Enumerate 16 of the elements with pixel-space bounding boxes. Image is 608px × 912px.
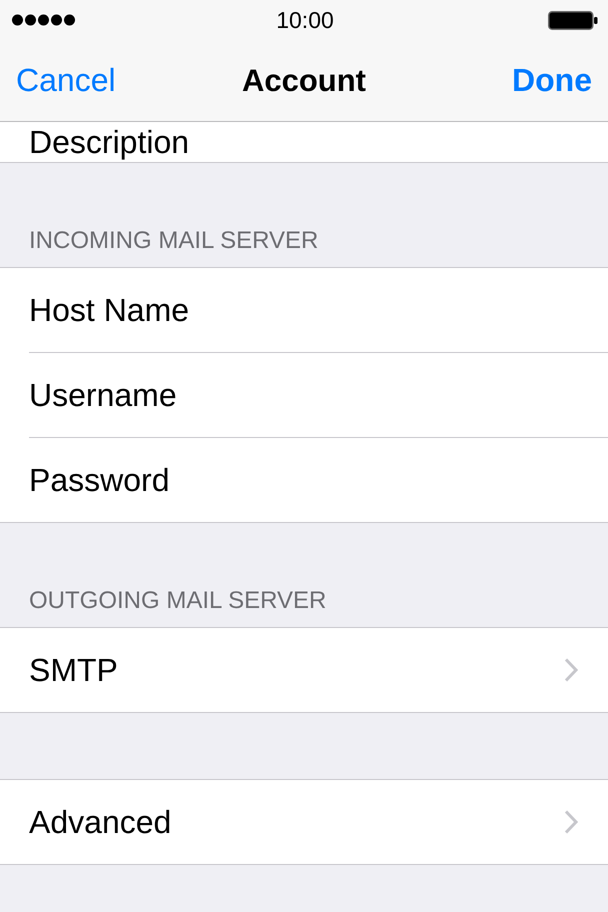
text-field-row[interactable]: Description (29, 122, 608, 162)
cancel-button[interactable]: Cancel (16, 61, 116, 100)
battery-icon (548, 10, 598, 30)
settings-row[interactable]: SMTP (29, 628, 608, 712)
section-header: OUTGOING MAIL SERVER (28, 586, 328, 616)
status-time: 10:00 (276, 6, 334, 34)
text-field-row[interactable]: Host Name (29, 268, 608, 353)
settings-row[interactable]: Advanced (29, 780, 608, 864)
signal-dots-icon (12, 14, 76, 26)
nav-title: Account (242, 62, 366, 98)
section-header: INCOMING MAIL SERVER (28, 226, 320, 256)
done-button[interactable]: Done (512, 61, 592, 100)
chevron-icon (564, 658, 578, 682)
chevron-icon (564, 810, 578, 834)
text-field-row[interactable]: Username (29, 353, 608, 438)
text-field-row[interactable]: Password (29, 438, 608, 522)
